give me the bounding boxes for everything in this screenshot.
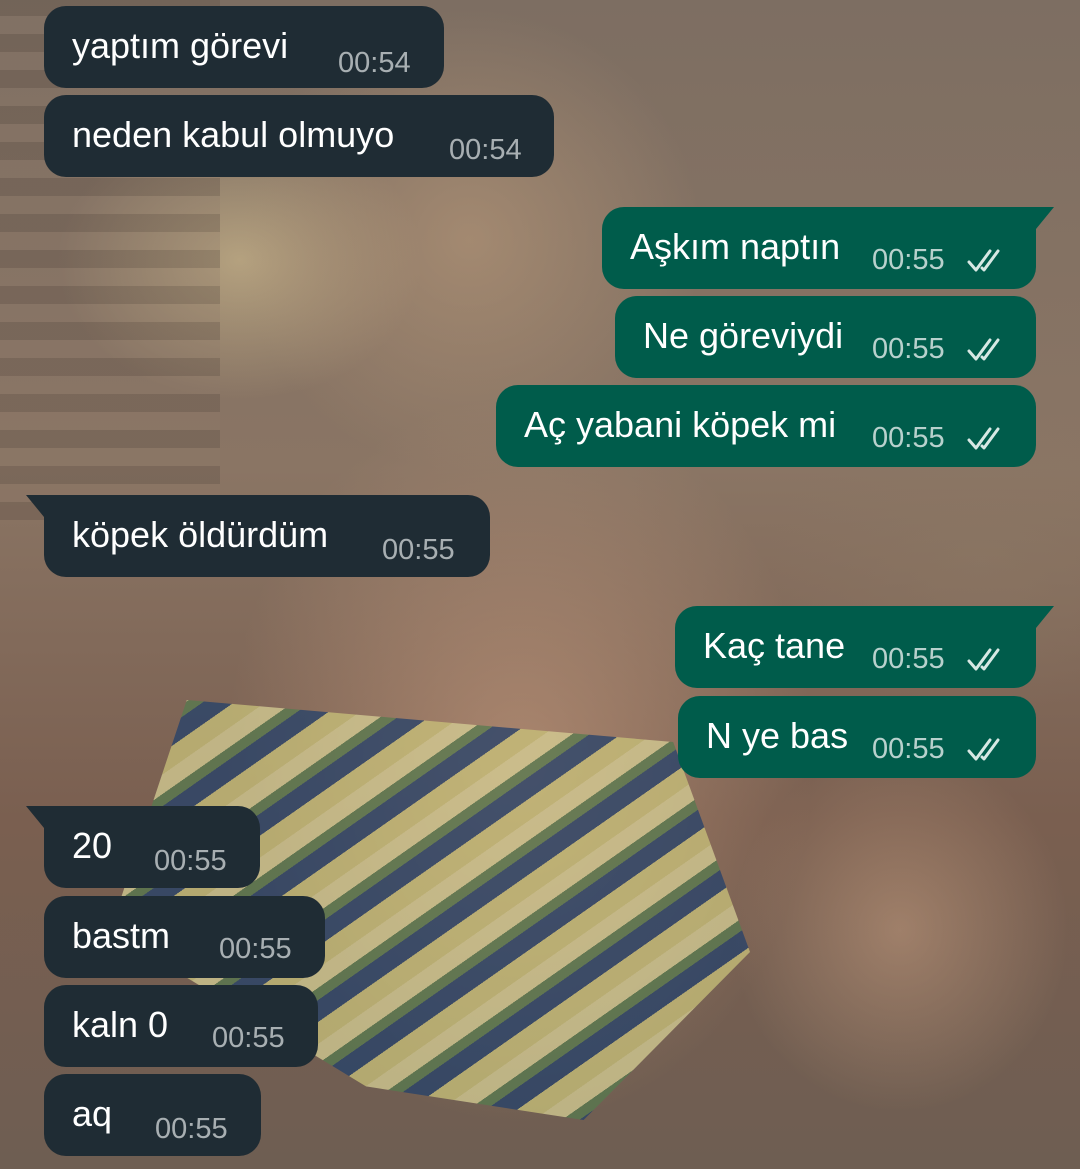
message-text: Kaç tane <box>703 625 846 666</box>
message-time: 00:55 <box>155 1113 228 1145</box>
double-check-icon <box>967 738 1000 761</box>
message-text: Ne göreviydi <box>643 315 844 356</box>
message-bubble-outgoing[interactable]: N ye bas 00:55 <box>678 696 1036 778</box>
message-time: 00:55 <box>872 422 945 454</box>
message-bubble-incoming[interactable]: 20 00:55 <box>26 806 260 888</box>
message-text: yaptım görevi <box>72 25 289 66</box>
message-time: 00:55 <box>154 845 227 877</box>
message-time: 00:54 <box>449 134 522 166</box>
message-text: kaln 0 <box>72 1004 169 1045</box>
message-time: 00:55 <box>872 643 945 675</box>
message-time: 00:55 <box>872 333 945 365</box>
message-time: 00:55 <box>382 534 455 566</box>
message-text: aq <box>72 1093 113 1134</box>
message-bubble-incoming[interactable]: kaln 0 00:55 <box>44 985 318 1067</box>
message-time: 00:55 <box>872 733 945 765</box>
message-text: köpek öldürdüm <box>72 514 329 555</box>
message-bubble-outgoing[interactable]: Ne göreviydi 00:55 <box>615 296 1036 378</box>
message-bubble-outgoing[interactable]: Kaç tane 00:55 <box>675 606 1054 688</box>
message-text: Aşkım naptın <box>630 226 841 267</box>
message-text: Aç yabani köpek mi <box>524 404 837 445</box>
message-time: 00:55 <box>212 1022 285 1054</box>
double-check-icon <box>967 648 1000 671</box>
double-check-icon <box>967 338 1000 361</box>
message-time: 00:55 <box>219 933 292 965</box>
message-text: neden kabul olmuyo <box>72 114 395 155</box>
message-bubble-incoming[interactable]: köpek öldürdüm 00:55 <box>26 495 490 577</box>
message-bubble-outgoing[interactable]: Aşkım naptın 00:55 <box>602 207 1054 289</box>
message-text: bastm <box>72 915 171 956</box>
message-text: 20 <box>72 825 113 866</box>
message-bubble-incoming[interactable]: neden kabul olmuyo 00:54 <box>44 95 554 177</box>
message-text: N ye bas <box>706 715 849 756</box>
message-bubble-outgoing[interactable]: Aç yabani köpek mi 00:55 <box>496 385 1036 467</box>
message-time: 00:55 <box>872 244 945 276</box>
double-check-icon <box>967 427 1000 450</box>
message-bubble-incoming[interactable]: aq 00:55 <box>44 1074 261 1156</box>
message-time: 00:54 <box>338 47 411 79</box>
message-bubble-incoming[interactable]: yaptım görevi 00:54 <box>44 6 444 88</box>
double-check-icon <box>967 249 1000 272</box>
message-bubble-incoming[interactable]: bastm 00:55 <box>44 896 325 978</box>
